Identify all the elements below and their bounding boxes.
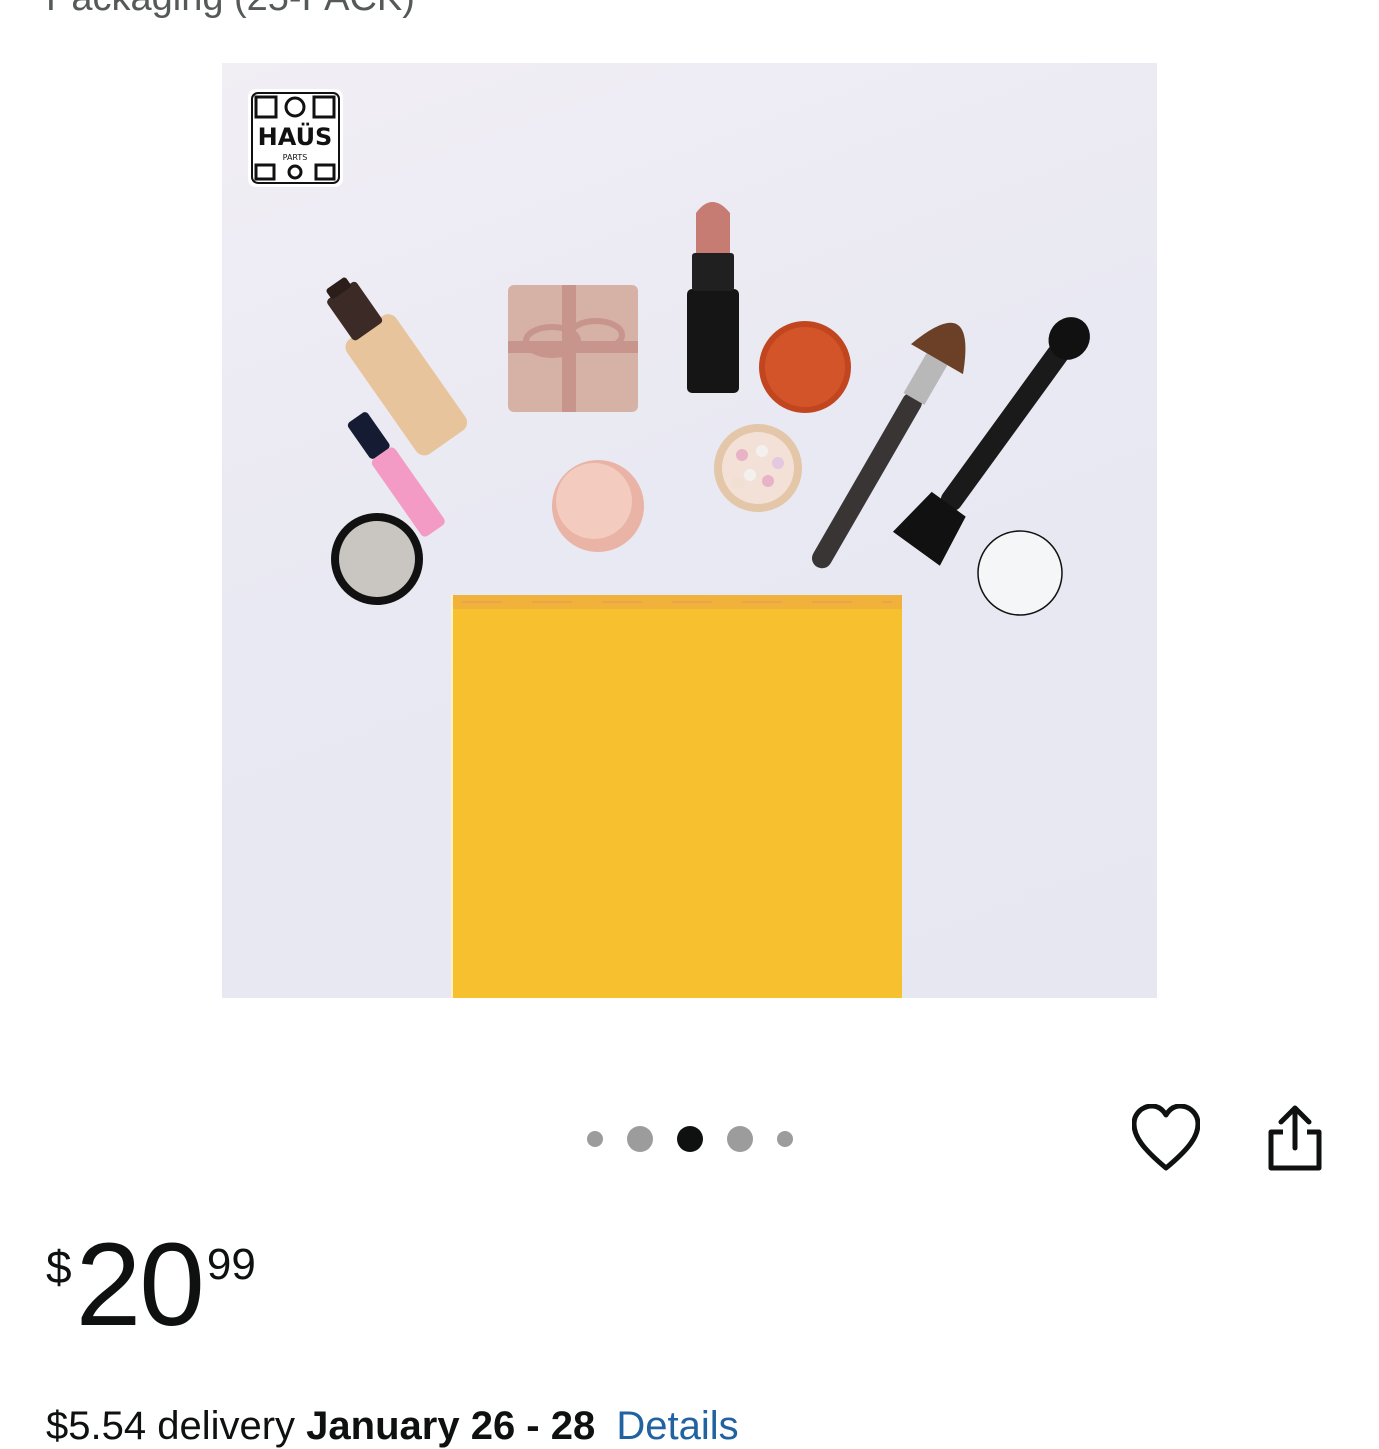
delivery-details-link[interactable]: Details bbox=[616, 1404, 738, 1448]
product-image[interactable]: HAÜS PARTS bbox=[222, 63, 1157, 998]
terracotta-compact bbox=[759, 321, 851, 413]
yellow-mailer bbox=[451, 595, 902, 998]
gift-box bbox=[508, 285, 638, 412]
price-currency-symbol: $ bbox=[46, 1241, 72, 1293]
delivery-info: $5.54 delivery January 26 - 28 Details bbox=[46, 1404, 739, 1449]
carousel-dot-1[interactable] bbox=[587, 1131, 603, 1147]
clear-compact bbox=[977, 530, 1063, 616]
glitter-compact bbox=[331, 513, 423, 605]
price-fraction: 99 bbox=[206, 1240, 256, 1289]
powder-pearls bbox=[714, 424, 802, 512]
price: $ 20 99 bbox=[46, 1226, 256, 1344]
product-title: Packaging (25-PACK) bbox=[46, 0, 415, 22]
product-photo: HAÜS PARTS bbox=[248, 89, 1090, 998]
heart-icon bbox=[1131, 1103, 1201, 1171]
brand-logo: HAÜS PARTS bbox=[248, 89, 343, 187]
foundation-bottle bbox=[326, 277, 468, 456]
wishlist-button[interactable] bbox=[1131, 1103, 1201, 1174]
share-button[interactable] bbox=[1263, 1104, 1327, 1174]
image-carousel-dots[interactable] bbox=[575, 1126, 805, 1152]
logo-sub-text: PARTS bbox=[283, 153, 308, 162]
carousel-dot-3-active[interactable] bbox=[677, 1126, 703, 1152]
delivery-date: January 26 - 28 bbox=[306, 1404, 596, 1448]
price-whole: 20 bbox=[75, 1219, 205, 1351]
carousel-dot-5[interactable] bbox=[777, 1131, 793, 1147]
carousel-dot-2[interactable] bbox=[627, 1126, 653, 1152]
share-icon bbox=[1268, 1105, 1322, 1171]
logo-brand-text: HAÜS bbox=[258, 121, 333, 151]
highlighter-compact bbox=[552, 460, 644, 552]
lipstick bbox=[687, 202, 739, 393]
delivery-fee: $5.54 delivery bbox=[46, 1404, 296, 1448]
carousel-dot-4[interactable] bbox=[727, 1126, 753, 1152]
